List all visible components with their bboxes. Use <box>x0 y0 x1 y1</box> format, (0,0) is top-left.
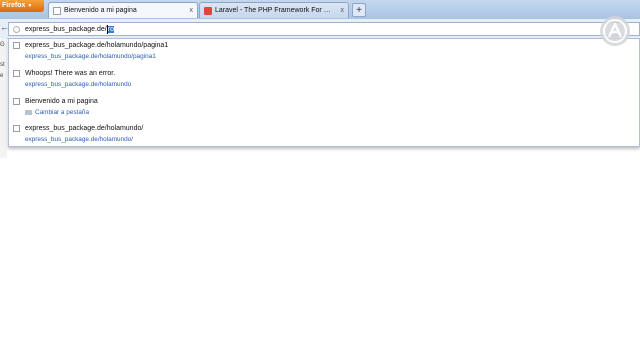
tab-label: Bienvenido a mi pagina <box>64 7 137 14</box>
firefox-menu-label: Firefox <box>2 2 26 9</box>
site-identity-icon[interactable] <box>13 26 20 33</box>
tab-label: Laravel - The PHP Framework For We... <box>215 7 333 14</box>
tab-icon <box>25 109 32 115</box>
new-tab-button[interactable]: + <box>352 3 366 17</box>
typed-url-text: express_bus_package.de/ <box>25 26 107 33</box>
autocomplete-selection: ro <box>107 26 114 33</box>
page-icon <box>13 70 20 77</box>
suggestion-title: express_bus_package.de/holamundo/ <box>25 125 144 132</box>
tab-laravel[interactable]: Laravel - The PHP Framework For We... x <box>199 2 349 18</box>
close-tab-icon[interactable]: x <box>190 3 194 18</box>
suggestion-url: express_bus_package.de/holamundo <box>25 81 132 88</box>
suggestion-item[interactable]: express_bus_package.de/holamundo/pagina1… <box>9 40 639 66</box>
tab-bienvenido[interactable]: Bienvenido a mi pagina x <box>48 2 198 18</box>
page-favicon-icon <box>53 7 61 15</box>
watermark-logo-icon <box>600 16 630 46</box>
title-bar: Firefox ▼ Bienvenido a mi pagina x Larave… <box>0 0 640 20</box>
firefox-menu-button[interactable]: Firefox ▼ <box>0 0 44 12</box>
laravel-favicon-icon <box>204 7 212 15</box>
page-fragment: e <box>0 73 4 79</box>
suggestion-item[interactable]: Whoops! There was an error. express_bus_… <box>9 68 639 94</box>
address-input[interactable]: express_bus_package.de/ro <box>25 24 114 35</box>
suggestion-url: express_bus_package.de/holamundo/ <box>25 136 134 143</box>
autocomplete-dropdown: express_bus_package.de/holamundo/pagina1… <box>8 38 640 147</box>
navigation-bar: ← express_bus_package.de/ro <box>0 19 640 39</box>
suggestion-url: express_bus_package.de/holamundo/pagina1 <box>25 53 156 60</box>
page-icon <box>13 42 20 49</box>
suggestion-item[interactable]: express_bus_package.de/holamundo/ expres… <box>9 123 639 149</box>
suggestion-title: Whoops! There was an error. <box>25 70 116 77</box>
suggestion-item[interactable]: Bienvenido a mi pagina Cambiar a pestaña <box>9 96 639 122</box>
menu-arrow-icon: ▼ <box>27 3 33 9</box>
page-content-edge: G st e <box>0 38 7 158</box>
close-tab-icon[interactable]: x <box>341 3 345 18</box>
address-bar[interactable]: express_bus_package.de/ro <box>8 22 640 36</box>
switch-to-tab-hint: Cambiar a pestaña <box>25 108 89 117</box>
page-icon <box>13 125 20 132</box>
page-fragment: G <box>0 42 5 48</box>
suggestion-title: Bienvenido a mi pagina <box>25 98 98 105</box>
page-icon <box>13 98 20 105</box>
suggestion-title: express_bus_package.de/holamundo/pagina1 <box>25 42 169 49</box>
page-fragment: st <box>0 62 5 68</box>
switch-to-tab-label: Cambiar a pestaña <box>35 109 89 116</box>
